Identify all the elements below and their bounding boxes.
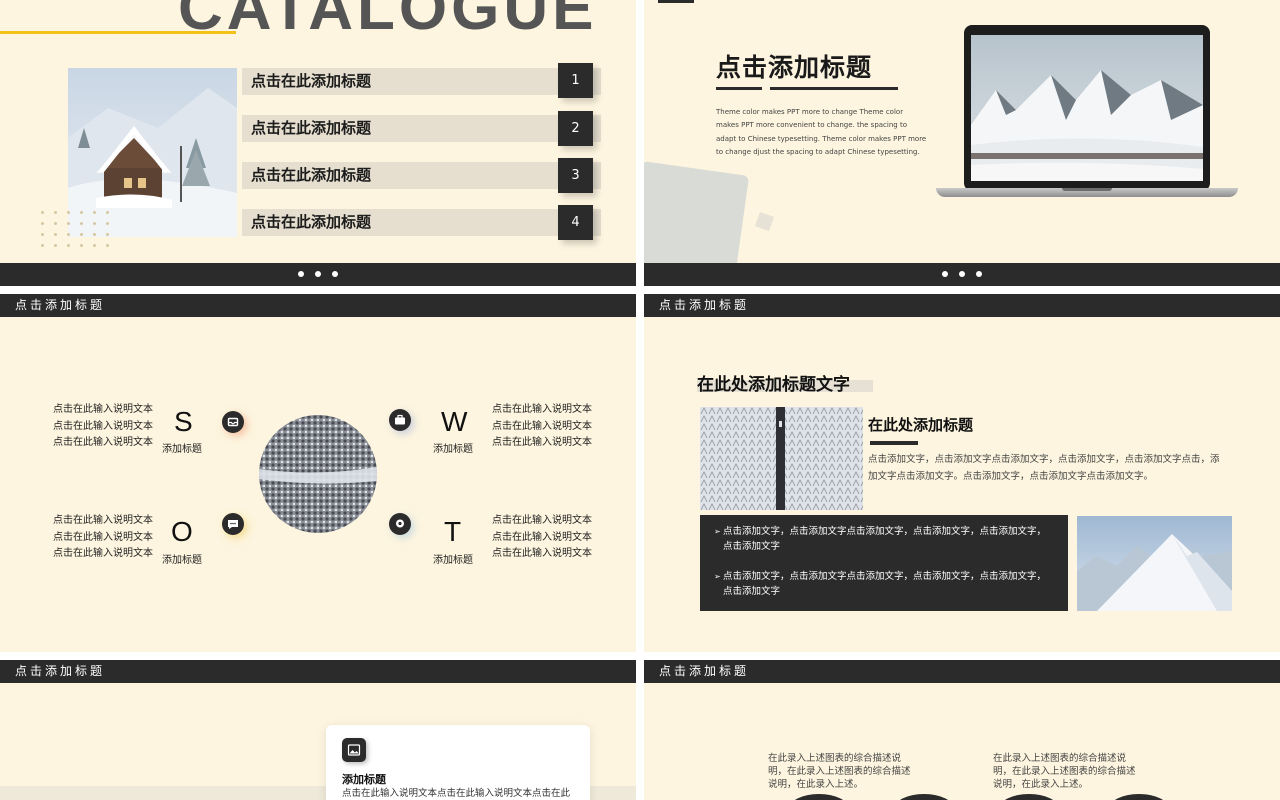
swot-letter-s: S (174, 406, 193, 437)
title-underline (770, 87, 898, 90)
slide-1-catalogue[interactable]: CATALOGUE 点击在此添加标题 1 点击在此添加标题 2 点击在此添加标题… (0, 0, 636, 286)
slide-footer-bar (0, 263, 636, 286)
swot-letter-t: T (444, 516, 462, 547)
description-right: 在此录入上述图表的综合描述说明，在此录入上述图表的综合描述说明，在此录入上述。 (993, 753, 1136, 790)
card-title: 添加标题 (342, 773, 386, 786)
slide-6-description[interactable]: 点击添加标题 在此录入上述图表的综合描述说明，在此录入上述图表的综合描述说明，在… (644, 660, 1280, 800)
pagination-dots (942, 271, 982, 277)
swot-line: 点击在此输入说明文本 (53, 531, 153, 543)
accent-line (0, 31, 236, 34)
slide-thumbnail-grid: CATALOGUE 点击在此添加标题 1 点击在此添加标题 2 点击在此添加标题… (0, 0, 1280, 800)
inbox-icon (222, 411, 244, 433)
description-left: 在此录入上述图表的综合描述说明，在此录入上述图表的综合描述说明，在此录入上述。 (768, 753, 911, 790)
swot-letter-o: O (171, 516, 193, 547)
catalogue-number-3: 3 (558, 158, 593, 193)
top-accent-mark (658, 0, 694, 3)
swot-o-text: 点击在此输入说明文本 点击在此输入说明文本 点击在此输入说明文本 (53, 513, 163, 563)
swot-line: 点击在此输入说明文本 (53, 437, 153, 448)
swot-line: 点击在此输入说明文本 (492, 548, 592, 559)
subtitle-underline (870, 441, 918, 445)
catalogue-item-label: 点击在此添加标题 (251, 119, 372, 137)
swot-s-text: 点击在此输入说明文本 点击在此输入说明文本 点击在此输入说明文本 (53, 402, 163, 452)
laptop-screen (964, 25, 1210, 191)
catalogue-heading: CATALOGUE (178, 0, 598, 43)
card-body: 点击在此输入说明文本点击在此输入说明文本点击在此 (342, 788, 571, 799)
bullet-item: 点击添加文字，点击添加文字点击添加文字，点击添加文字，点击添加文字，点击添加文字 (714, 570, 1054, 599)
title-underline (716, 87, 762, 90)
slide-header-bar: 点击添加标题 (0, 660, 636, 683)
info-card: 添加标题 点击在此输入说明文本点击在此输入说明文本点击在此 (326, 725, 590, 800)
swot-w-label: 添加标题 (433, 444, 473, 455)
swot-line: 点击在此输入说明文本 (53, 420, 153, 432)
laptop-notch (1062, 188, 1112, 191)
slide-3-swot[interactable]: 点击添加标题 点击在此输入说明文本 点击在此输入说明文本 点击在此输入说明文本 … (0, 294, 636, 652)
swot-letter-w: W (441, 406, 468, 437)
decorative-shape (754, 211, 775, 232)
swot-t-label: 添加标题 (433, 555, 473, 566)
catalogue-item-label: 点击在此添加标题 (251, 72, 372, 90)
swot-t-text: 点击在此输入说明文本 点击在此输入说明文本 点击在此输入说明文本 (492, 513, 602, 563)
slide-body-text: Theme color makes PPT more to change The… (716, 108, 927, 157)
swot-w-text: 点击在此输入说明文本 点击在此输入说明文本 点击在此输入说明文本 (492, 402, 602, 452)
slide-title: 点击添加标题 (716, 53, 873, 82)
body-text: 点击添加文字，点击添加文字点击添加文字，点击添加文字，点击添加文字点击，添加文字… (868, 454, 1220, 482)
slide-4-content[interactable]: 点击添加标题 在此处添加标题文字 在此处添加标题 点击添加文字，点击添加文字点击… (644, 294, 1280, 652)
chart-circle (1109, 794, 1169, 800)
swot-line: 点击在此输入说明文本 (492, 404, 592, 415)
slide-footer-bar (644, 263, 1280, 286)
catalogue-number-4: 4 (558, 205, 593, 240)
swot-line: 点击在此输入说明文本 (492, 420, 592, 432)
slide-5-card[interactable]: 点击添加标题 添加标题 点击在此输入说明文本点击在此输入说明文本点击在此 (0, 660, 636, 800)
swot-line: 点击在此输入说明文本 (53, 515, 153, 526)
slide-header-bar: 点击添加标题 (644, 294, 1280, 317)
swot-line: 点击在此输入说明文本 (492, 531, 592, 543)
mountain-image (971, 35, 1203, 181)
chart-circle (894, 794, 954, 800)
catalogue-number-1: 1 (558, 63, 593, 98)
swot-s-label: 添加标题 (162, 444, 202, 455)
chart-circle (999, 794, 1059, 800)
swot-o-label: 添加标题 (162, 555, 202, 566)
briefcase-icon (389, 409, 411, 431)
catalogue-number-2: 2 (558, 111, 593, 146)
main-title: 在此处添加标题文字 (697, 375, 850, 395)
pagination-dots (298, 271, 338, 277)
image-icon (342, 738, 366, 762)
swot-line: 点击在此输入说明文本 (53, 404, 153, 415)
snowy-road-image (700, 407, 863, 510)
catalogue-item-1[interactable]: 点击在此添加标题 (242, 68, 601, 95)
catalogue-item-label: 点击在此添加标题 (251, 213, 372, 231)
catalogue-item-label: 点击在此添加标题 (251, 166, 372, 184)
forest-aerial-image (259, 415, 377, 533)
sub-title: 在此处添加标题 (868, 416, 974, 434)
swot-line: 点击在此输入说明文本 (492, 515, 592, 526)
slide-header-bar: 点击添加标题 (0, 294, 636, 317)
laptop-mockup (936, 25, 1238, 205)
catalogue-item-2[interactable]: 点击在此添加标题 (242, 115, 601, 142)
chart-circle (789, 794, 849, 800)
swot-line: 点击在此输入说明文本 (492, 437, 592, 448)
snow-peak-image (1077, 516, 1232, 611)
catalogue-item-4[interactable]: 点击在此添加标题 (242, 209, 601, 236)
catalogue-item-3[interactable]: 点击在此添加标题 (242, 162, 601, 189)
slide-2-laptop[interactable]: 点击添加标题 Theme color makes PPT more to cha… (644, 0, 1280, 286)
slide-header-bar: 点击添加标题 (644, 660, 1280, 683)
bullet-panel: 点击添加文字，点击添加文字点击添加文字，点击添加文字，点击添加文字，点击添加文字… (700, 515, 1068, 611)
chat-icon (222, 513, 244, 535)
bullet-item: 点击添加文字，点击添加文字点击添加文字，点击添加文字，点击添加文字，点击添加文字 (714, 525, 1054, 554)
decorative-dot-grid (36, 207, 116, 247)
swot-line: 点击在此输入说明文本 (53, 548, 153, 559)
location-pin-icon (389, 513, 411, 535)
